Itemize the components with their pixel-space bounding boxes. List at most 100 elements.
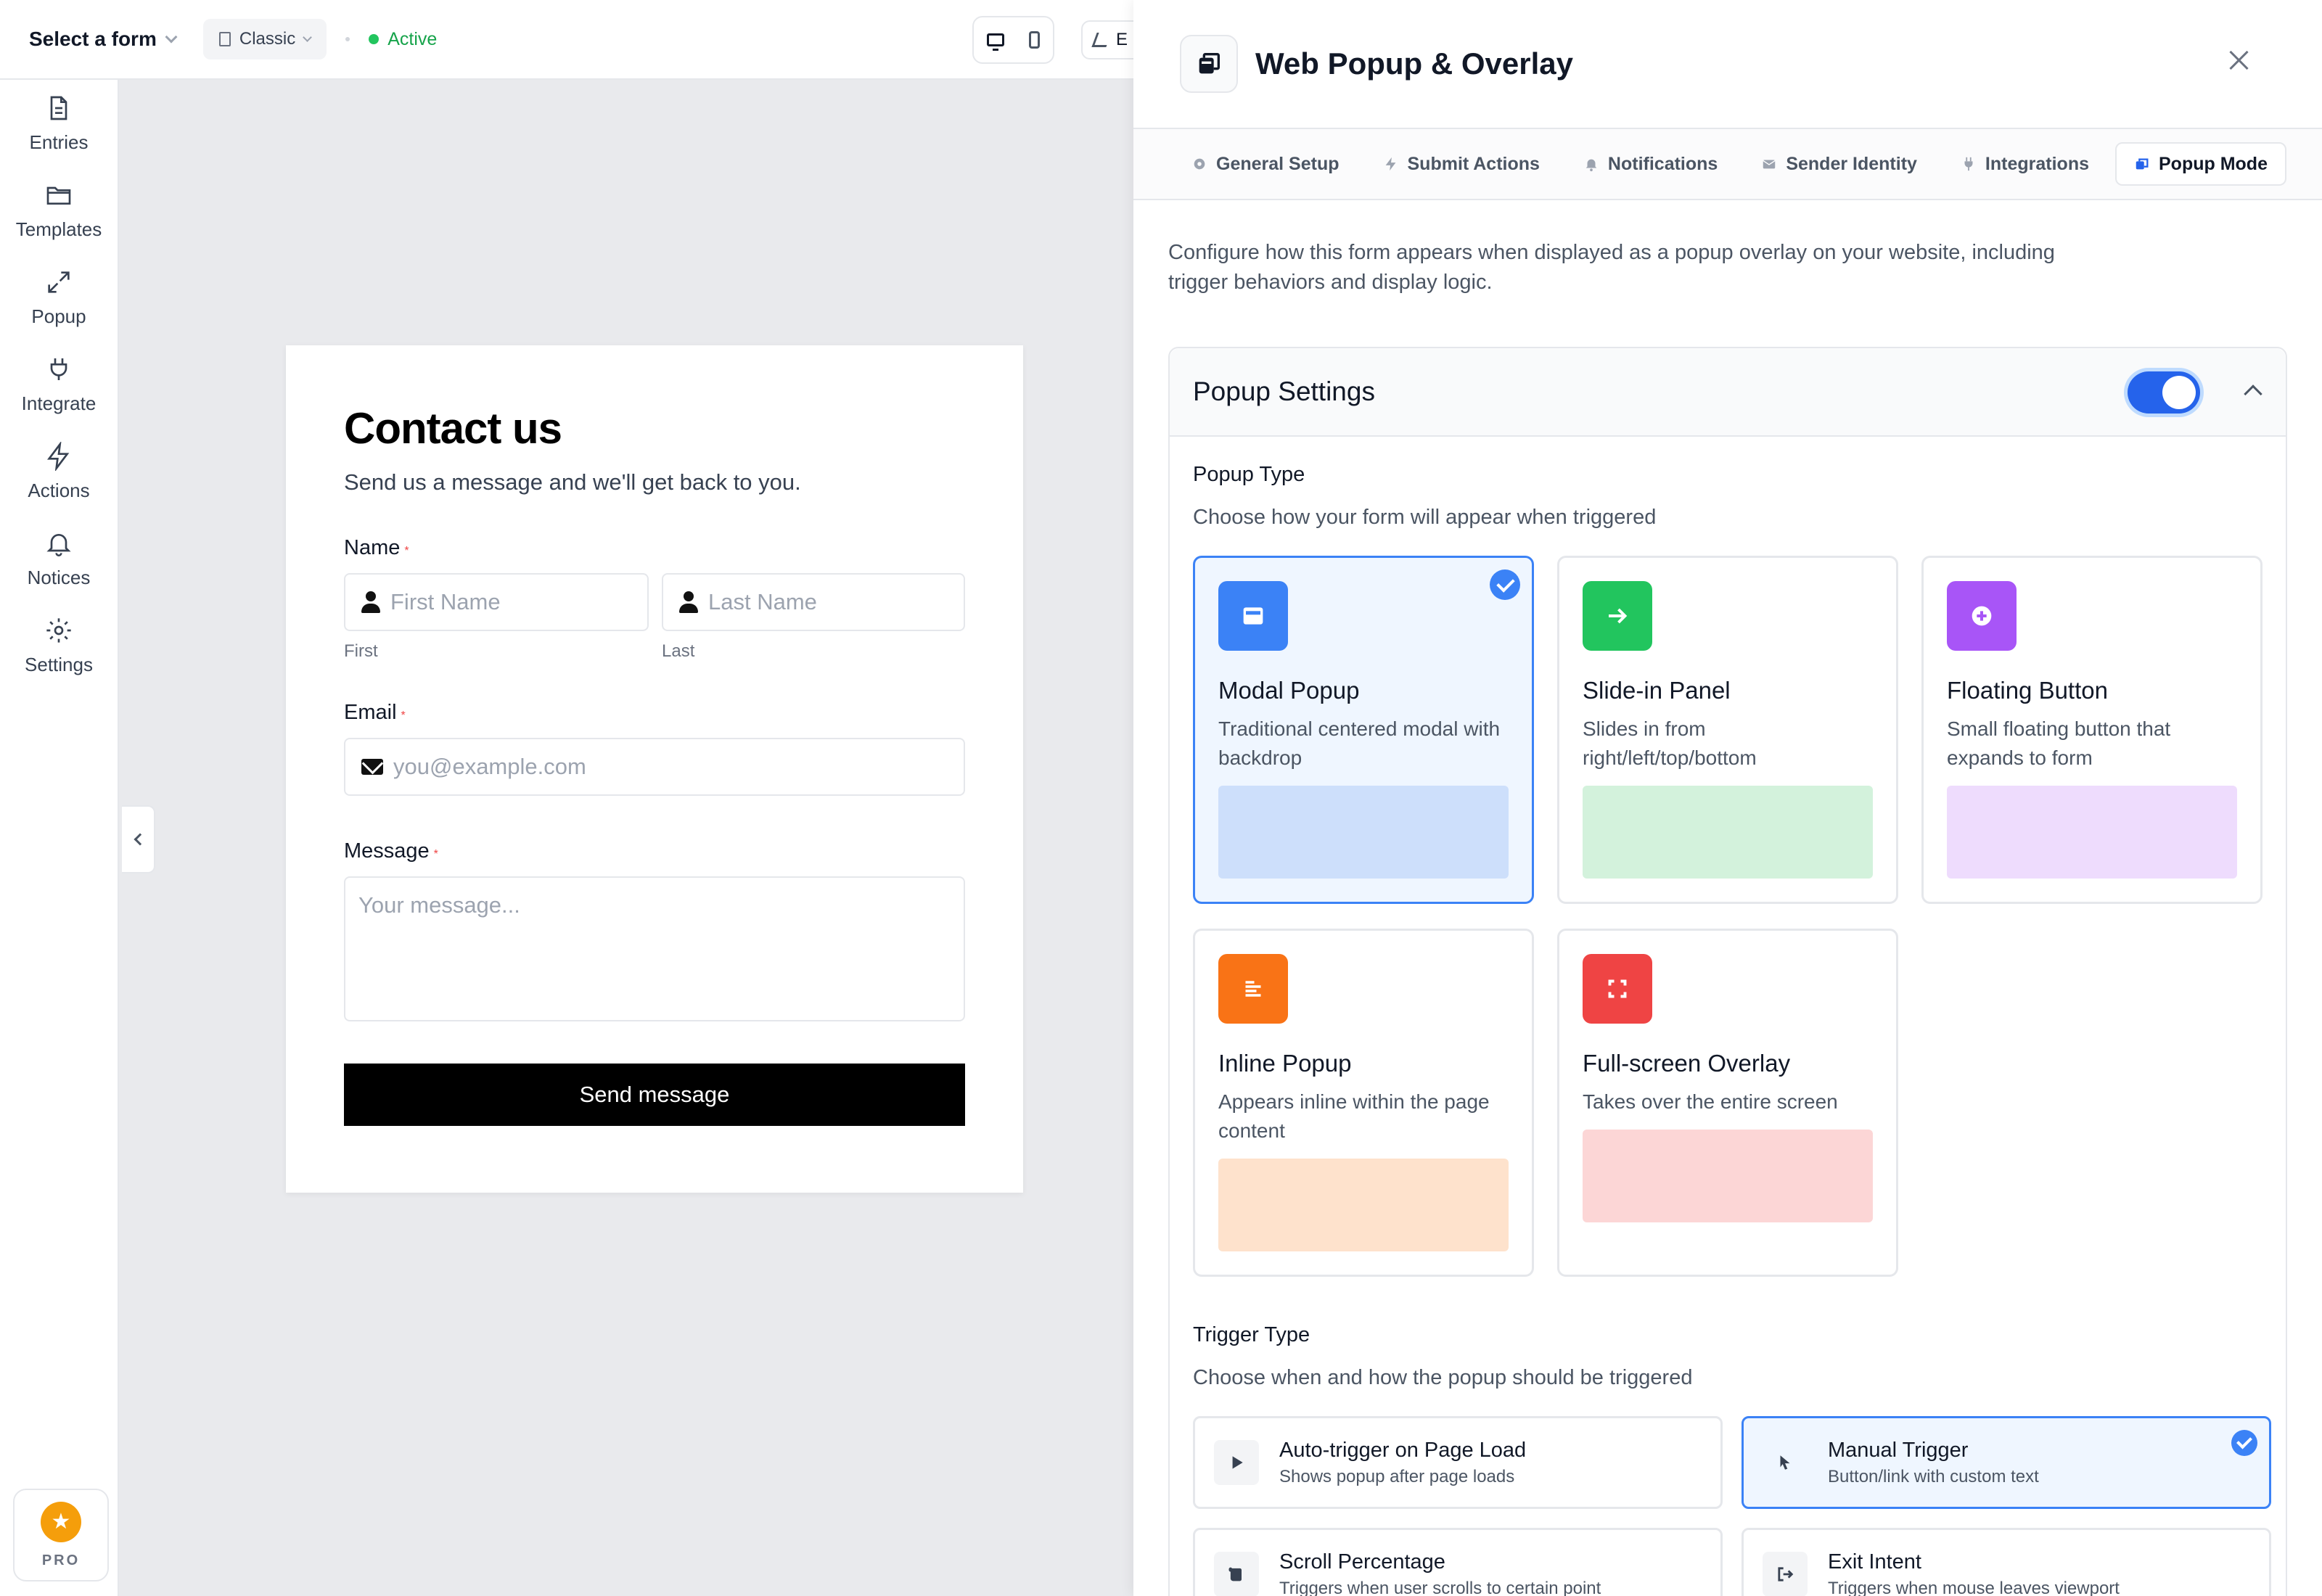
popup-settings-content: Popup Type Choose how your form will app… [1170, 437, 2286, 1596]
tab-label: Sender Identity [1786, 153, 1917, 174]
popup-type-grid: Modal Popup Traditional centered modal w… [1193, 556, 2262, 1277]
card-desc: Appears inline within the page content [1218, 1090, 1490, 1142]
sidebar: Entries Templates Popup Integrate Action… [0, 80, 119, 1596]
layout-select[interactable]: Classic [202, 19, 327, 59]
tab-submit-actions[interactable]: Submit Actions [1366, 142, 1557, 186]
popup-type-fullscreen[interactable]: Full-screen Overlay Takes over the entir… [1557, 929, 1898, 1277]
popup-type-floating-button[interactable]: Floating Button Small floating button th… [1921, 556, 2262, 904]
tab-popup-mode[interactable]: Popup Mode [2115, 142, 2286, 186]
first-name-placeholder: First Name [390, 589, 501, 614]
tab-integrations[interactable]: Integrations [1943, 142, 2106, 186]
trigger-type-grid: Auto-trigger on Page Load Shows popup af… [1193, 1416, 2271, 1596]
plug-icon [50, 358, 67, 380]
desktop-icon[interactable] [987, 33, 1004, 51]
card-preview [1218, 1159, 1509, 1251]
contact-form-preview: Contact us Send us a message and we'll g… [286, 345, 1023, 1193]
tab-notifications[interactable]: Notifications [1566, 142, 1735, 186]
chevron-down-icon [303, 32, 313, 42]
trigger-desc: Triggers when mouse leaves viewport [1828, 1578, 2120, 1596]
trigger-title: Manual Trigger [1828, 1438, 1969, 1462]
pro-upgrade-button[interactable]: ★ PRO [13, 1489, 109, 1581]
name-label: Name [344, 536, 401, 559]
card-desc: Slides in from right/left/top/bottom [1583, 717, 1757, 769]
message-textarea[interactable]: Your message... [344, 876, 965, 1021]
exit-icon [1763, 1552, 1808, 1596]
sidebar-item-integrate[interactable]: Integrate [0, 341, 118, 428]
gear-icon [46, 617, 71, 643]
form-title: Contact us [344, 404, 562, 453]
section-title: Popup Settings [1193, 377, 1375, 406]
tab-sender-identity[interactable]: Sender Identity [1744, 142, 1935, 186]
settings-tabs: General Setup Submit Actions Notificatio… [1133, 129, 2322, 200]
popup-settings-section: Popup Settings Popup Type Choose how you… [1168, 347, 2287, 1596]
trigger-scroll-percentage[interactable]: Scroll Percentage Triggers when user scr… [1193, 1528, 1723, 1596]
edit-label: E [1116, 30, 1128, 49]
popup-enabled-toggle[interactable] [2128, 371, 2200, 414]
sidebar-item-actions[interactable]: Actions [0, 428, 118, 515]
popup-settings-header[interactable]: Popup Settings [1170, 348, 2286, 437]
sidebar-item-label: Entries [29, 131, 89, 153]
chevron-up-icon[interactable] [2244, 384, 2262, 403]
card-title: Inline Popup [1218, 1050, 1352, 1077]
required-mark: * [404, 545, 409, 557]
arrow-right-icon [1583, 581, 1652, 651]
card-desc: Traditional centered modal with backdrop [1218, 717, 1501, 769]
last-name-input[interactable]: Last Name [662, 573, 965, 631]
pro-label: PRO [41, 1552, 81, 1568]
email-input[interactable]: you@example.com [344, 738, 965, 796]
intro-text: Configure how this form appears when dis… [1168, 241, 2055, 294]
card-title: Full-screen Overlay [1583, 1050, 1791, 1077]
tab-general-setup[interactable]: General Setup [1174, 142, 1357, 186]
play-icon [1214, 1440, 1259, 1485]
tab-label: Submit Actions [1407, 153, 1540, 174]
popup-stack-icon [2136, 158, 2149, 170]
pencil-icon [1091, 33, 1112, 47]
folder-icon [46, 186, 71, 205]
first-name-input[interactable]: First Name [344, 573, 649, 631]
last-hint: Last [662, 641, 695, 661]
bolt-icon [47, 441, 70, 471]
sidebar-item-templates[interactable]: Templates [0, 167, 118, 254]
tab-label: General Setup [1216, 153, 1340, 174]
form-select-dropdown[interactable]: Select a form [29, 28, 178, 51]
trigger-manual[interactable]: Manual Trigger Button/link with custom t… [1742, 1416, 2271, 1509]
close-icon[interactable] [2226, 48, 2251, 73]
send-message-button[interactable]: Send message [344, 1064, 965, 1126]
trigger-exit-intent[interactable]: Exit Intent Triggers when mouse leaves v… [1742, 1528, 2271, 1596]
trigger-desc: Button/link with custom text [1828, 1466, 2039, 1486]
message-placeholder: Your message... [358, 892, 520, 918]
popup-type-slide-in[interactable]: Slide-in Panel Slides in from right/left… [1557, 556, 1898, 904]
drawer-header: Web Popup & Overlay [1133, 0, 2322, 129]
layout-label: Classic [239, 29, 296, 49]
last-name-placeholder: Last Name [708, 589, 817, 614]
collapse-sidebar-button[interactable] [122, 805, 155, 873]
card-desc: Small floating button that expands to fo… [1947, 717, 2171, 769]
sidebar-item-notices[interactable]: Notices [0, 515, 118, 602]
user-icon [679, 591, 698, 613]
tab-label: Integrations [1985, 153, 2089, 174]
mail-icon [361, 759, 383, 775]
sidebar-item-popup[interactable]: Popup [0, 254, 118, 341]
trigger-auto-page-load[interactable]: Auto-trigger on Page Load Shows popup af… [1193, 1416, 1723, 1509]
message-label: Message [344, 839, 430, 863]
tab-label: Notifications [1607, 153, 1718, 174]
email-field-group: Email * you@example.com [344, 701, 965, 796]
document-icon [218, 32, 231, 46]
sidebar-item-entries[interactable]: Entries [0, 80, 118, 167]
sidebar-item-label: Popup [31, 305, 86, 327]
trigger-desc: Triggers when user scrolls to certain po… [1279, 1578, 1601, 1596]
star-icon: ★ [41, 1501, 81, 1542]
chevron-left-icon [134, 833, 147, 846]
message-field-group: Message * Your message... [344, 839, 965, 1021]
popup-type-modal[interactable]: Modal Popup Traditional centered modal w… [1193, 556, 1534, 904]
mobile-icon[interactable] [1029, 31, 1040, 49]
trigger-desc: Shows popup after page loads [1279, 1466, 1515, 1486]
name-field-group: Name * First Name First Last Name Last [344, 536, 965, 662]
trigger-type-label: Trigger Type [1193, 1323, 1310, 1346]
scroll-icon [1214, 1552, 1259, 1596]
plus-circle-icon [1947, 581, 2017, 651]
card-preview [1947, 786, 2237, 879]
popup-type-inline[interactable]: Inline Popup Appears inline within the p… [1193, 929, 1534, 1277]
status-dot-icon [369, 34, 380, 44]
sidebar-item-settings[interactable]: Settings [0, 602, 118, 689]
